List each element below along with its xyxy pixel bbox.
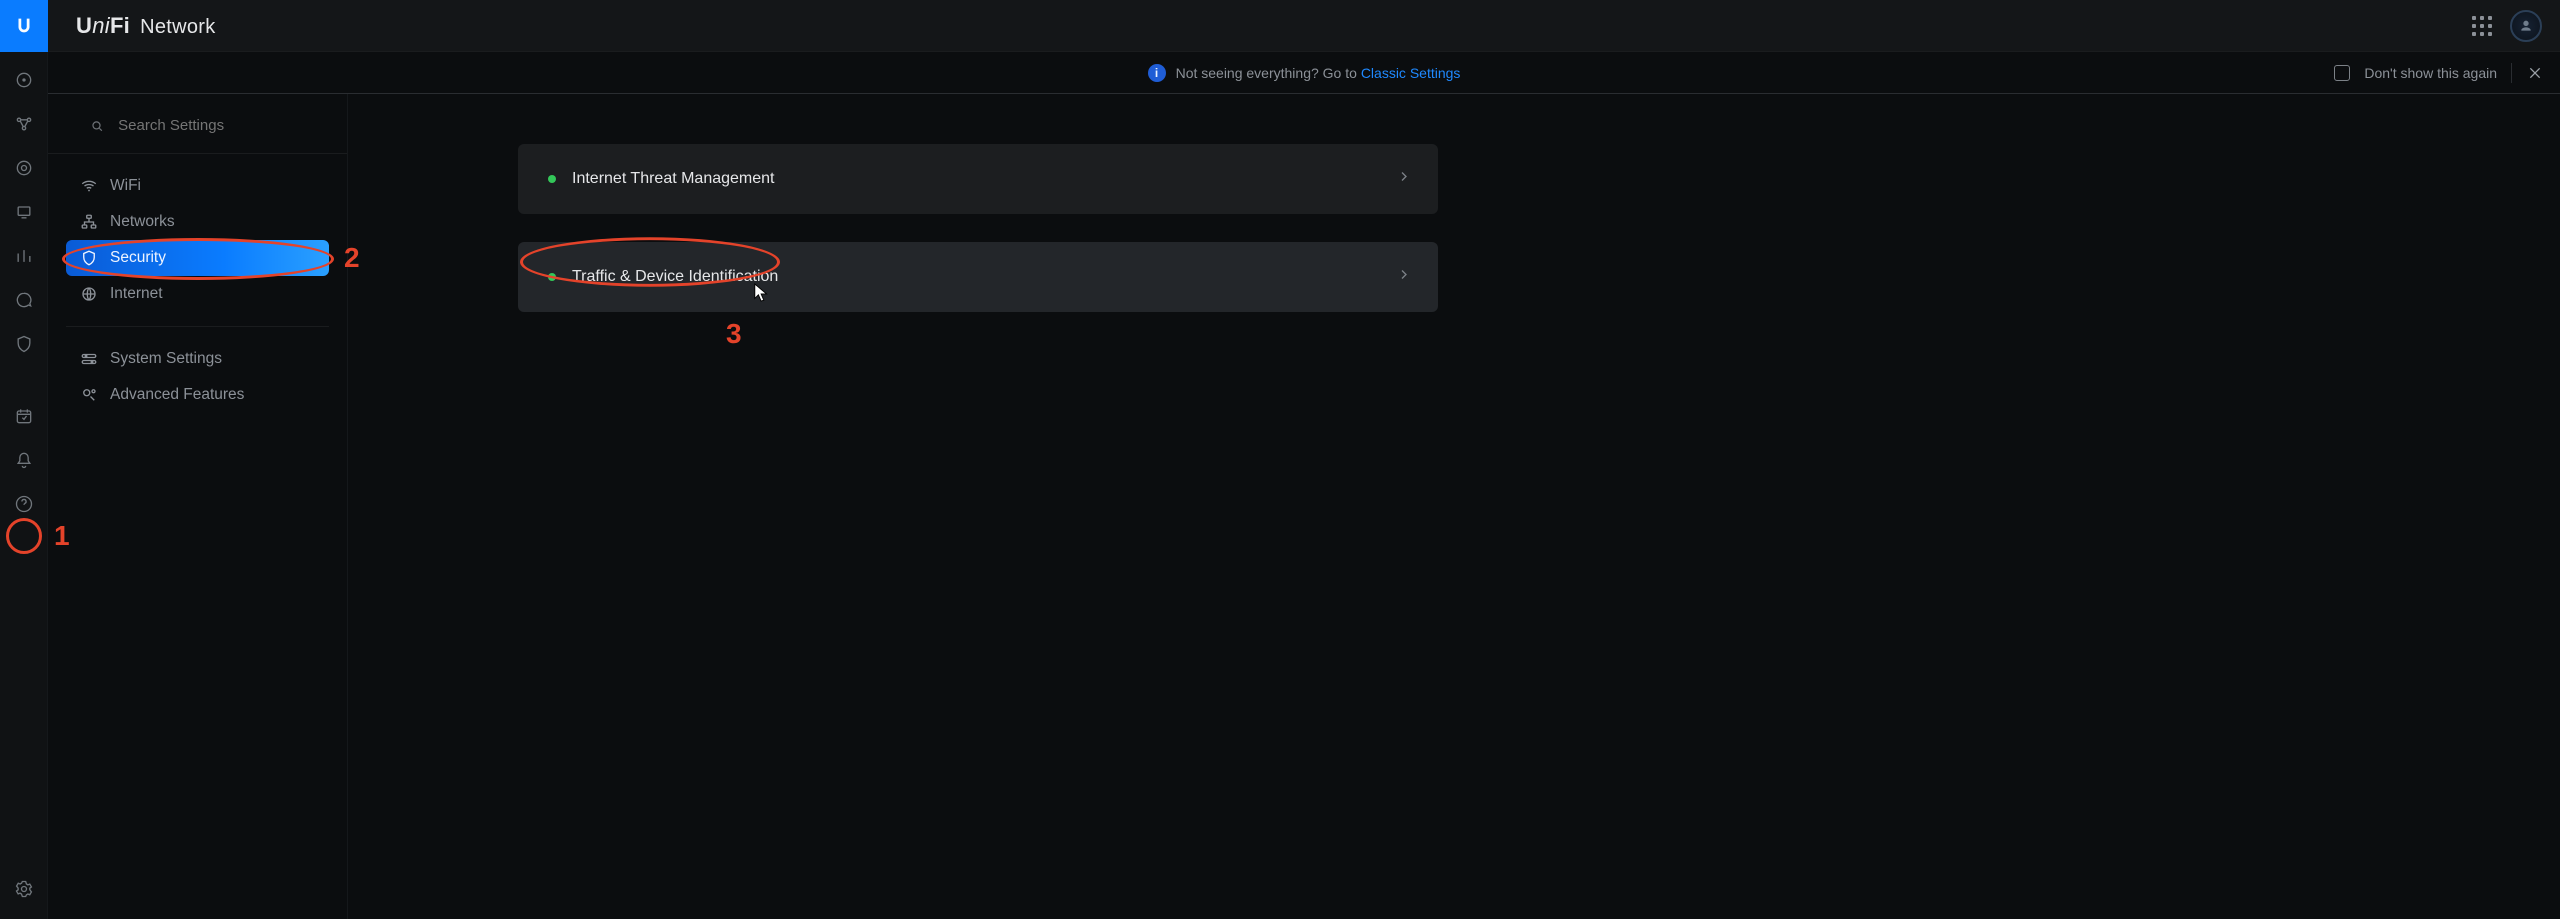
main-content: Internet Threat Management Traffic & Dev… <box>348 94 2560 919</box>
search-icon <box>90 118 104 134</box>
brand-wordmark: UniFi <box>76 13 130 39</box>
rail-chat[interactable] <box>12 288 36 312</box>
brand-subtitle: Network <box>140 16 215 39</box>
info-banner-prefix: Not seeing everything? Go to <box>1176 65 1361 81</box>
info-banner-text: Not seeing everything? Go to Classic Set… <box>1176 65 1461 81</box>
sidebar-item-label: WiFi <box>110 177 141 195</box>
rail-security[interactable] <box>12 332 36 356</box>
search-settings[interactable] <box>48 104 347 145</box>
sidebar-item-wifi[interactable]: WiFi <box>66 168 329 204</box>
apps-grid-icon[interactable] <box>2472 16 2492 36</box>
rail-devices[interactable] <box>12 200 36 224</box>
settings-nav: WiFi Networks Security Internet System S… <box>48 160 347 413</box>
wifi-icon <box>80 177 98 195</box>
rail-spacer <box>12 376 36 384</box>
dont-show-label: Don't show this again <box>2364 65 2497 81</box>
card-traffic-device-identification[interactable]: Traffic & Device Identification <box>518 242 1438 312</box>
sidebar-item-label: Networks <box>110 213 175 231</box>
classic-settings-link[interactable]: Classic Settings <box>1361 65 1461 81</box>
info-banner: i Not seeing everything? Go to Classic S… <box>48 52 2560 94</box>
rail-settings[interactable] <box>12 877 36 901</box>
rail-calendar[interactable] <box>12 404 36 428</box>
sidebar-item-security[interactable]: Security <box>66 240 329 276</box>
sidebar-item-networks[interactable]: Networks <box>66 204 329 240</box>
status-dot <box>548 175 556 183</box>
unifi-u-icon <box>13 15 35 37</box>
sidebar-item-internet[interactable]: Internet <box>66 276 329 312</box>
info-icon: i <box>1148 64 1166 82</box>
advanced-icon <box>80 386 98 404</box>
sidebar-divider <box>48 153 347 154</box>
sliders-icon <box>80 350 98 368</box>
divider <box>2511 63 2512 83</box>
account-avatar[interactable] <box>2510 10 2542 42</box>
settings-sidebar: WiFi Networks Security Internet System S… <box>48 52 348 919</box>
network-icon <box>80 213 98 231</box>
sidebar-item-system-settings[interactable]: System Settings <box>66 341 329 377</box>
nav-rail <box>0 52 48 919</box>
status-dot <box>548 273 556 281</box>
sidebar-item-label: System Settings <box>110 350 222 368</box>
chevron-right-icon <box>1396 267 1412 288</box>
card-title: Traffic & Device Identification <box>572 268 778 286</box>
sidebar-item-label: Advanced Features <box>110 386 244 404</box>
top-bar: UniFi Network <box>0 0 2560 52</box>
dont-show-checkbox[interactable] <box>2334 65 2350 81</box>
sidebar-item-advanced-features[interactable]: Advanced Features <box>66 377 329 413</box>
globe-icon <box>80 285 98 303</box>
sidebar-item-label: Security <box>110 249 166 267</box>
search-input[interactable] <box>116 116 323 135</box>
brand-title: UniFi Network <box>76 13 216 39</box>
sidebar-item-label: Internet <box>110 285 163 303</box>
brand-logo[interactable] <box>0 0 48 52</box>
rail-radio[interactable] <box>12 156 36 180</box>
rail-stats[interactable] <box>12 244 36 268</box>
close-banner-button[interactable] <box>2526 64 2544 82</box>
rail-topology[interactable] <box>12 112 36 136</box>
chevron-right-icon <box>1396 169 1412 190</box>
shield-icon <box>80 249 98 267</box>
sidebar-divider <box>66 326 329 327</box>
rail-help[interactable] <box>12 492 36 516</box>
card-title: Internet Threat Management <box>572 170 775 188</box>
card-internet-threat-management[interactable]: Internet Threat Management <box>518 144 1438 214</box>
rail-alerts[interactable] <box>12 448 36 472</box>
user-icon <box>2518 18 2534 34</box>
rail-dashboard[interactable] <box>12 68 36 92</box>
